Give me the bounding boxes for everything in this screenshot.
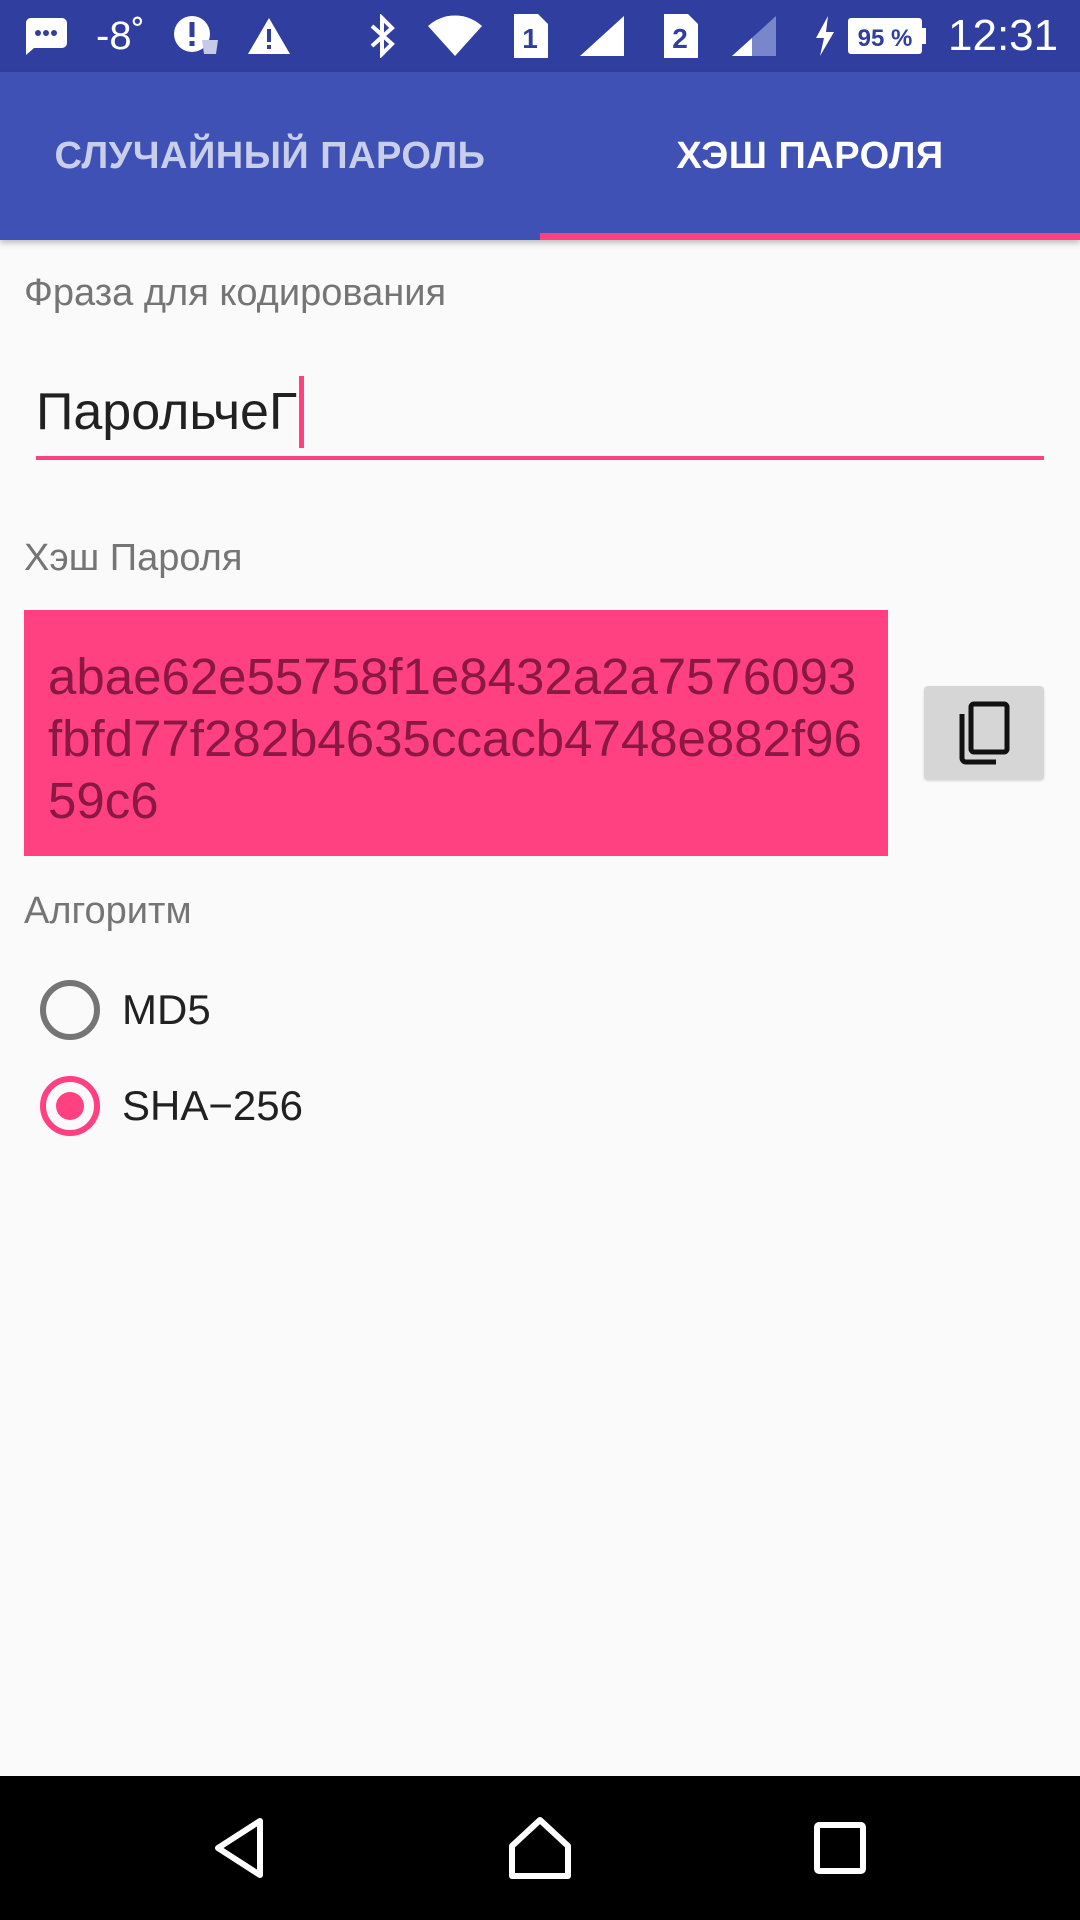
tab-password-hash[interactable]: ХЭШ ПАРОЛЯ	[540, 72, 1080, 240]
messages-icon	[24, 0, 68, 72]
charging-icon	[812, 0, 838, 72]
copy-button[interactable]	[924, 686, 1044, 780]
bluetooth-icon	[368, 0, 398, 72]
tab-indicator	[540, 233, 1080, 240]
alert-circle-icon	[172, 0, 220, 72]
tab-bar: СЛУЧАЙНЫЙ ПАРОЛЬ ХЭШ ПАРОЛЯ	[0, 72, 1080, 240]
copy-icon	[959, 701, 1010, 765]
wifi-icon	[426, 0, 484, 72]
temperature-text: -8˚	[96, 13, 145, 58]
navigation-bar	[0, 1776, 1080, 1920]
recents-button[interactable]	[770, 1776, 910, 1920]
sim1-label: 1	[522, 23, 538, 54]
tab-random-password[interactable]: СЛУЧАЙНЫЙ ПАРОЛЬ	[0, 72, 540, 240]
back-button[interactable]	[170, 1776, 310, 1920]
back-icon	[215, 1818, 263, 1878]
home-button[interactable]	[470, 1776, 610, 1920]
radio-sha256[interactable]: SHA−256	[40, 1074, 303, 1138]
phrase-value: ПарольчеГ	[36, 383, 298, 441]
signal-weak-icon	[730, 0, 778, 72]
text-cursor	[299, 376, 305, 448]
recents-icon	[814, 1822, 866, 1874]
algorithm-label: Алгоритм	[24, 890, 192, 932]
phrase-label: Фраза для кодирования	[24, 272, 447, 314]
radio-md5-label: MD5	[122, 986, 211, 1033]
radio-sha256-label: SHA−256	[122, 1082, 303, 1129]
app-screen: -8˚ 1 2 95 % 12:31 СЛУЧАЙНЫЙ ПАРОЛЬ ХЭШ …	[0, 0, 1080, 1920]
signal-icon	[578, 0, 626, 72]
battery-text: 95 %	[858, 25, 913, 52]
battery-icon: 95 %	[846, 0, 928, 72]
sim2-label: 2	[672, 23, 688, 54]
phrase-input[interactable]: ПарольчеГ	[36, 368, 1044, 460]
status-bar: -8˚ 1 2 95 % 12:31	[0, 0, 1080, 72]
radio-md5[interactable]: MD5	[40, 978, 211, 1042]
sim1-badge: 1	[510, 0, 550, 72]
warning-icon	[246, 0, 292, 72]
sim2-badge: 2	[660, 0, 700, 72]
home-icon	[509, 1817, 571, 1879]
radio-checked-icon	[40, 1076, 100, 1136]
radio-unchecked-icon	[40, 980, 100, 1040]
clock-text: 12:31	[948, 11, 1059, 60]
hash-label: Хэш Пароля	[24, 537, 243, 579]
hash-output: abae62e55758f1e8432a2a7576093fbfd77f282b…	[24, 610, 888, 856]
